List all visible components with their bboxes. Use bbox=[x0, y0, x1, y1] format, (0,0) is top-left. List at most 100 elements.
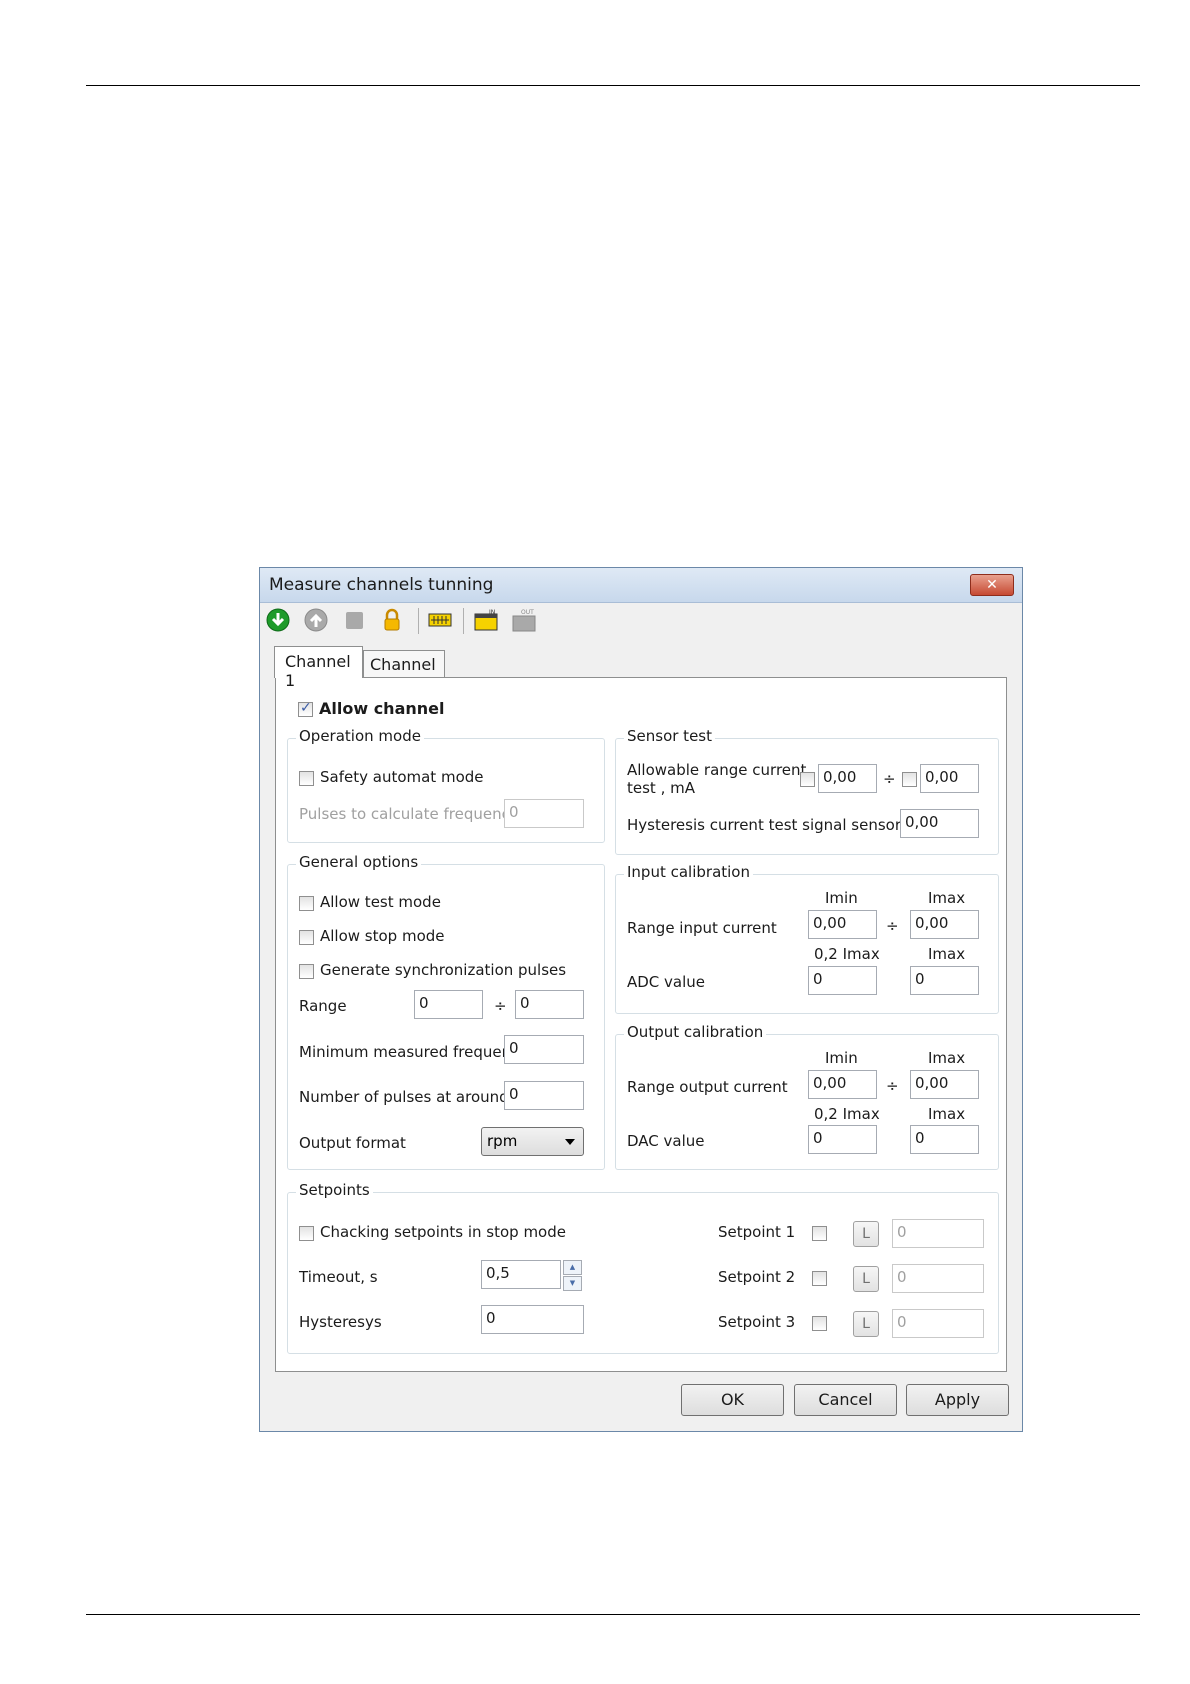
range-output-max[interactable]: 0,00 bbox=[910, 1070, 979, 1099]
min-frequency-input[interactable]: 0 bbox=[504, 1035, 584, 1064]
allowable-range-label-2: test , mA bbox=[627, 779, 695, 797]
allow-channel-checkbox[interactable] bbox=[298, 700, 313, 717]
footer-rule bbox=[86, 1614, 1140, 1615]
channel-panel: Allow channel Operation mode Safety auto… bbox=[275, 677, 1007, 1372]
range-output-min[interactable]: 0,00 bbox=[808, 1070, 877, 1099]
svg-text:IN: IN bbox=[489, 609, 495, 616]
setpoint-3-label: Setpoint 3 bbox=[718, 1313, 796, 1331]
hysteresis-current-input[interactable]: 0,00 bbox=[900, 809, 979, 838]
ok-button[interactable]: OK bbox=[681, 1384, 784, 1416]
safety-automat-label: Safety automat mode bbox=[320, 768, 484, 786]
setpoint-2-label: Setpoint 2 bbox=[718, 1268, 796, 1286]
allow-stop-label: Allow stop mode bbox=[320, 927, 445, 945]
allow-stop-checkbox[interactable] bbox=[299, 930, 314, 945]
range-input-current-label: Range input current bbox=[627, 919, 777, 937]
output-calibration-title: Output calibration bbox=[624, 1023, 767, 1041]
range-input-min[interactable]: 0,00 bbox=[808, 910, 877, 939]
tab-channel-2[interactable]: Channel 2 bbox=[363, 650, 445, 693]
sensor-test-group: Sensor test Allowable range current test… bbox=[615, 727, 999, 855]
operation-mode-group: Operation mode Safety automat mode Pulse… bbox=[287, 727, 605, 843]
download-green-icon[interactable] bbox=[266, 608, 290, 632]
range-separator: ÷ bbox=[494, 997, 507, 1015]
setpoint-1-l-button[interactable]: L bbox=[853, 1221, 879, 1247]
setpoint-2-l-button[interactable]: L bbox=[853, 1266, 879, 1292]
output-format-value: rpm bbox=[487, 1132, 518, 1150]
spin-up-icon[interactable]: ▲ bbox=[563, 1260, 582, 1275]
tab-channel-1[interactable]: Channel 1 bbox=[274, 646, 363, 690]
dac-max-input[interactable]: 0 bbox=[910, 1125, 979, 1154]
calibrate-icon[interactable] bbox=[428, 608, 452, 632]
range-from-input[interactable]: 0,00 bbox=[818, 764, 877, 793]
pulses-frequency-label: Pulses to calculate frequency bbox=[299, 805, 519, 823]
allowable-range-label-1: Allowable range current bbox=[627, 761, 807, 779]
min-frequency-label: Minimum measured frequency bbox=[299, 1043, 529, 1061]
range-to-input[interactable]: 0,00 bbox=[920, 764, 979, 793]
setpoints-group: Setpoints Chacking setpoints in stop mod… bbox=[287, 1181, 999, 1354]
safety-automat-checkbox[interactable] bbox=[299, 771, 314, 786]
svg-text:OUT: OUT bbox=[521, 609, 534, 616]
adc-value-label: ADC value bbox=[627, 973, 706, 991]
dialog-title: Measure channels tunning bbox=[269, 575, 494, 595]
chevron-down-icon bbox=[565, 1139, 575, 1145]
lock-icon[interactable] bbox=[380, 608, 404, 632]
gen-sync-label: Generate synchronization pulses bbox=[320, 961, 567, 979]
close-button[interactable]: ✕ bbox=[970, 574, 1014, 596]
allow-test-label: Allow test mode bbox=[320, 893, 441, 911]
range-separator: ÷ bbox=[886, 917, 899, 935]
setpoint-2-input[interactable]: 0 bbox=[892, 1264, 984, 1293]
imin-label: Imin bbox=[825, 889, 858, 907]
pulses-around-label: Number of pulses at around bbox=[299, 1088, 509, 1106]
dac-min-input[interactable]: 0 bbox=[808, 1125, 877, 1154]
operation-mode-title: Operation mode bbox=[296, 727, 424, 745]
toolbar: IN OUT bbox=[260, 604, 1022, 636]
toolbar-separator bbox=[418, 608, 419, 634]
measure-channels-dialog: Measure channels tunning ✕ IN OUT Channe… bbox=[259, 567, 1023, 1432]
hysteresys-label: Hysteresys bbox=[299, 1313, 382, 1331]
imax-label-2: Imax bbox=[928, 945, 966, 963]
range-input-max[interactable]: 0,00 bbox=[910, 910, 979, 939]
imax-02-label: 0,2 Imax bbox=[814, 1105, 880, 1123]
range-to-checkbox[interactable] bbox=[902, 772, 917, 787]
timeout-input[interactable]: 0,5 bbox=[481, 1260, 561, 1289]
general-options-title: General options bbox=[296, 853, 422, 871]
range-from-input[interactable]: 0 bbox=[414, 990, 483, 1019]
pulses-frequency-input[interactable]: 0 bbox=[504, 799, 584, 828]
header-rule bbox=[86, 85, 1140, 86]
gen-sync-checkbox[interactable] bbox=[299, 964, 314, 979]
input-calibration-group: Input calibration Imin Imax Range input … bbox=[615, 863, 999, 1014]
checking-setpoints-checkbox[interactable] bbox=[299, 1226, 314, 1241]
setpoint-1-input[interactable]: 0 bbox=[892, 1219, 984, 1248]
range-to-input[interactable]: 0 bbox=[515, 990, 584, 1019]
apply-button[interactable]: Apply bbox=[906, 1384, 1009, 1416]
pulses-around-input[interactable]: 0 bbox=[504, 1081, 584, 1110]
general-options-group: General options Allow test mode Allow st… bbox=[287, 853, 605, 1170]
setpoint-3-input[interactable]: 0 bbox=[892, 1309, 984, 1338]
timeout-spinner[interactable]: ▲ ▼ bbox=[563, 1260, 582, 1291]
upload-gray-icon[interactable] bbox=[304, 608, 328, 632]
imax-label-2: Imax bbox=[928, 1105, 966, 1123]
input-icon[interactable]: IN bbox=[474, 608, 498, 632]
setpoint-3-checkbox[interactable] bbox=[812, 1316, 827, 1331]
adc-min-input[interactable]: 0 bbox=[808, 966, 877, 995]
hysteresis-current-label: Hysteresis current test signal sensor bbox=[627, 816, 902, 834]
imin-label: Imin bbox=[825, 1049, 858, 1067]
toolbar-separator bbox=[463, 608, 464, 634]
output-format-label: Output format bbox=[299, 1134, 406, 1152]
cancel-button[interactable]: Cancel bbox=[794, 1384, 897, 1416]
range-from-checkbox[interactable] bbox=[800, 772, 815, 787]
hysteresys-input[interactable]: 0 bbox=[481, 1305, 584, 1334]
output-icon[interactable]: OUT bbox=[512, 608, 536, 632]
setpoint-3-l-button[interactable]: L bbox=[853, 1311, 879, 1337]
input-calibration-title: Input calibration bbox=[624, 863, 753, 881]
imax-label: Imax bbox=[928, 889, 966, 907]
setpoint-2-checkbox[interactable] bbox=[812, 1271, 827, 1286]
spin-down-icon[interactable]: ▼ bbox=[563, 1276, 582, 1291]
setpoint-1-checkbox[interactable] bbox=[812, 1226, 827, 1241]
allow-test-checkbox[interactable] bbox=[299, 896, 314, 911]
range-label: Range bbox=[299, 997, 347, 1015]
adc-max-input[interactable]: 0 bbox=[910, 966, 979, 995]
range-output-current-label: Range output current bbox=[627, 1078, 788, 1096]
timeout-label: Timeout, s bbox=[299, 1268, 378, 1286]
output-format-select[interactable]: rpm bbox=[481, 1127, 584, 1156]
stop-gray-icon[interactable] bbox=[342, 608, 366, 632]
